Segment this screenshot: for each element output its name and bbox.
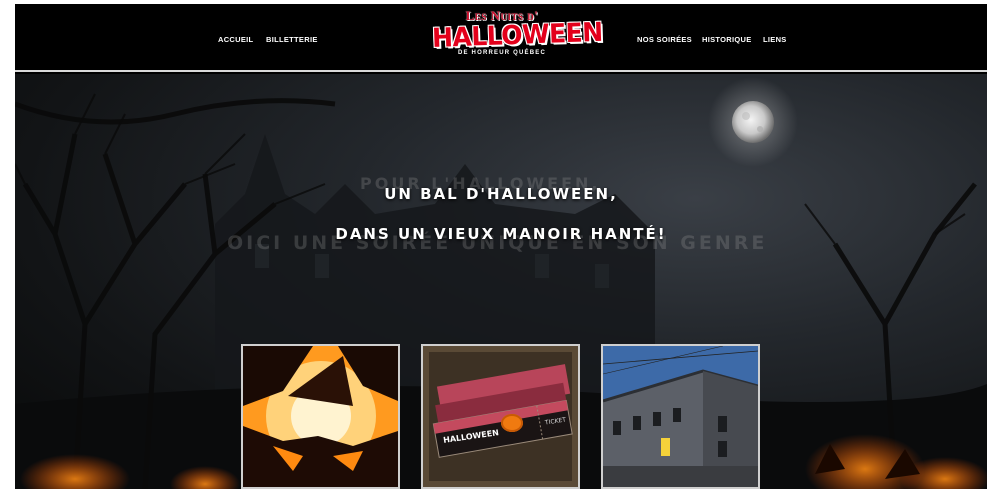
tickets-image [423, 346, 578, 487]
site-logo[interactable]: Les Nuits d' HALLOWEEN DE HORREUR QUÉBEC [431, 9, 604, 65]
card-jack-o-lantern[interactable] [241, 344, 400, 489]
nav-accueil[interactable]: ACCUEIL [218, 35, 253, 44]
nav-liens[interactable]: LIENS [763, 35, 787, 44]
card-stone-manor[interactable] [601, 344, 760, 489]
nav-historique[interactable]: HISTORIQUE [702, 35, 752, 44]
site-header: ACCUEIL BILLETTERIE Les Nuits d' HALLOWE… [15, 4, 987, 72]
nav-billetterie[interactable]: BILLETTERIE [266, 35, 318, 44]
stone-manor-image [603, 346, 758, 487]
page: ACCUEIL BILLETTERIE Les Nuits d' HALLOWE… [15, 4, 987, 489]
hero-headline-2: DANS UN VIEUX MANOIR HANTÉ! [335, 225, 667, 243]
nav-nos-soirees[interactable]: NOS SOIRÉES [637, 35, 692, 44]
logo-main-text: HALLOWEEN [431, 16, 604, 54]
pumpkin-icon [501, 414, 523, 432]
hero-headline-1: UN BAL D'HALLOWEEN, [384, 185, 618, 203]
card-tickets[interactable]: HALLOWEEN TICKET [421, 344, 580, 489]
jack-o-lantern-image [243, 346, 398, 487]
